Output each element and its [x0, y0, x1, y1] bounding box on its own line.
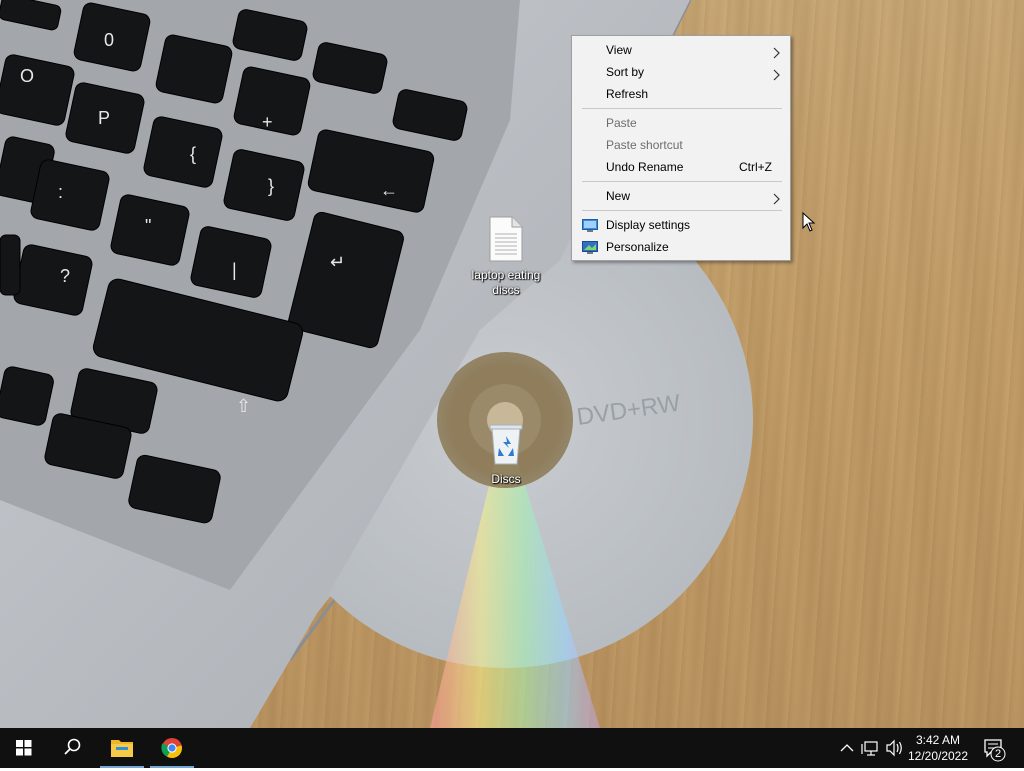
show-hidden-icons-button[interactable] [838, 728, 856, 768]
start-button[interactable] [0, 728, 48, 768]
windows-start-icon [16, 740, 32, 756]
menu-item-display-settings[interactable]: Display settings [572, 214, 790, 236]
desktop-icon-discs[interactable]: Discs [466, 420, 546, 487]
personalize-icon [582, 240, 598, 262]
desktop-wallpaper[interactable]: DVD+RW 0 O P + {}: " ? | ← ↵ ⇧ [0, 0, 1024, 728]
menu-item-label: Display settings [606, 218, 691, 232]
svg-text:P: P [98, 108, 110, 128]
menu-item-paste[interactable]: Paste [572, 112, 790, 134]
menu-item-shortcut: Ctrl+Z [739, 160, 772, 174]
file-explorer-icon [111, 740, 133, 757]
desktop-icon-laptop-eating-discs[interactable]: laptop eating discs [466, 216, 546, 298]
menu-item-sort-by[interactable]: Sort by [572, 61, 790, 83]
menu-item-undo-rename[interactable]: Undo Rename Ctrl+Z [572, 156, 790, 178]
action-center-button[interactable]: 2 [978, 728, 1018, 768]
svg-text:|: | [232, 260, 237, 280]
speaker-volume-icon [886, 739, 902, 757]
menu-separator [582, 108, 782, 109]
svg-text:{: { [190, 144, 196, 164]
chrome-icon [161, 738, 183, 759]
chevron-right-icon [773, 190, 781, 212]
menu-item-label: Paste [606, 116, 637, 130]
wallpaper-laptop-image: DVD+RW 0 O P + {}: " ? | ← ↵ ⇧ [0, 0, 753, 728]
svg-text::: : [58, 182, 63, 202]
menu-separator [582, 181, 782, 182]
menu-item-label: Personalize [606, 240, 669, 254]
search-button[interactable] [48, 728, 96, 768]
taskbar-file-explorer[interactable] [98, 728, 146, 768]
svg-text:": " [145, 216, 151, 236]
text-document-icon [466, 216, 546, 266]
menu-item-label: Paste shortcut [606, 138, 683, 152]
menu-item-paste-shortcut[interactable]: Paste shortcut [572, 134, 790, 156]
svg-text:⇧: ⇧ [236, 396, 251, 416]
taskbar-chrome[interactable] [148, 728, 196, 768]
svg-text:+: + [262, 112, 273, 132]
recycle-bin-icon [466, 420, 546, 470]
mouse-pointer-icon [802, 211, 816, 235]
clock-date: 12/20/2022 [907, 749, 969, 763]
menu-item-label: New [606, 189, 631, 203]
svg-text:↵: ↵ [330, 252, 345, 272]
desktop-icon-label: laptop eating discs [471, 268, 541, 297]
menu-item-personalize[interactable]: Personalize [572, 236, 790, 258]
clock-time: 3:42 AM [915, 733, 961, 747]
notification-count-badge: 2 [994, 748, 1002, 760]
menu-item-refresh[interactable]: Refresh [572, 83, 790, 105]
svg-text:?: ? [60, 266, 70, 286]
menu-item-view[interactable]: View [572, 39, 790, 61]
search-icon [64, 738, 81, 755]
menu-item-label: Sort by [606, 65, 645, 79]
desktop-icon-label: Discs [491, 472, 521, 486]
menu-item-new[interactable]: New [572, 185, 790, 207]
menu-item-label: View [606, 43, 632, 57]
network-icon [861, 741, 878, 756]
network-tray-button[interactable] [860, 728, 882, 768]
svg-text:←: ← [380, 180, 398, 200]
svg-text:O: O [20, 66, 34, 86]
volume-tray-button[interactable] [884, 728, 904, 768]
chevron-up-icon [840, 744, 854, 752]
menu-separator [582, 210, 782, 211]
taskbar: 3:42 AM 12/20/2022 2 [0, 728, 1024, 768]
taskbar-clock[interactable]: 3:42 AM 12/20/2022 [905, 732, 971, 764]
desktop-context-menu: View Sort by Refresh Paste Paste shortcu… [571, 35, 791, 261]
svg-text:0: 0 [104, 30, 114, 50]
svg-text:}: } [268, 176, 274, 196]
menu-item-label: Undo Rename [606, 160, 684, 174]
menu-item-label: Refresh [606, 87, 649, 101]
